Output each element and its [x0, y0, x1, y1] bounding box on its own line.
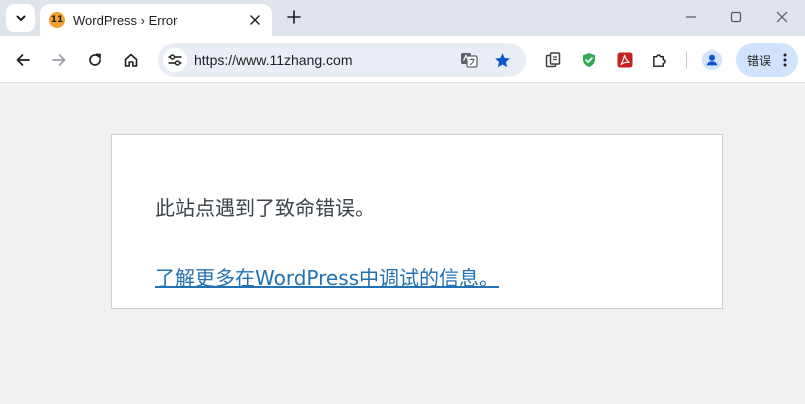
pdf-icon — [617, 52, 633, 68]
extension-copy-button[interactable] — [540, 47, 566, 73]
more-vert-icon — [782, 52, 788, 68]
extension-shield-button[interactable] — [576, 47, 602, 73]
tab-close-button[interactable] — [247, 12, 263, 28]
back-button[interactable] — [10, 47, 36, 73]
avatar-icon — [702, 50, 722, 70]
browser-error-menu-button[interactable]: 错误 — [736, 43, 798, 77]
site-favicon: 11 — [49, 12, 65, 28]
tab-title: WordPress › Error — [73, 12, 178, 28]
close-window-button[interactable] — [770, 6, 794, 28]
reload-icon — [89, 53, 101, 66]
tab-search-button[interactable] — [6, 4, 35, 32]
site-info-button[interactable] — [163, 48, 187, 72]
reload-button[interactable] — [82, 47, 108, 73]
copy-pages-icon — [545, 52, 561, 68]
arrow-left-icon — [16, 54, 30, 66]
plus-icon — [287, 10, 301, 24]
forward-button[interactable] — [46, 47, 72, 73]
active-tab[interactable]: 11 WordPress › Error — [40, 4, 272, 36]
chevron-down-icon — [16, 15, 25, 21]
bookmark-button[interactable] — [491, 49, 513, 71]
minimize-button[interactable] — [679, 6, 703, 28]
shield-check-icon — [583, 53, 595, 67]
profile-button[interactable] — [699, 47, 725, 73]
page-viewport: 此站点遇到了致命错误。 了解更多在WordPress中调试的信息。 — [0, 84, 805, 404]
wp-error-box: 此站点遇到了致命错误。 了解更多在WordPress中调试的信息。 — [111, 134, 723, 309]
address-bar[interactable]: https://www.11zhang.com — [158, 43, 526, 77]
arrow-right-icon — [52, 54, 66, 66]
puzzle-icon — [652, 53, 666, 67]
star-filled-icon — [494, 52, 510, 67]
extension-pdf-button[interactable] — [612, 47, 638, 73]
toolbar-divider — [686, 51, 687, 69]
url-text[interactable]: https://www.11zhang.com — [194, 52, 352, 68]
maximize-button[interactable] — [724, 6, 748, 28]
home-button[interactable] — [118, 47, 144, 73]
tune-icon — [168, 54, 182, 66]
minimize-icon — [686, 16, 696, 18]
translate-icon — [461, 53, 478, 68]
fatal-error-message: 此站点遇到了致命错误。 — [155, 196, 375, 220]
extensions-menu-button[interactable] — [646, 47, 672, 73]
tab-strip: 11 WordPress › Error — [0, 0, 805, 36]
home-icon — [124, 53, 138, 67]
browser-toolbar: https://www.11zhang.com 错误 — [0, 36, 805, 83]
close-icon — [776, 11, 788, 23]
new-tab-button[interactable] — [283, 6, 305, 28]
translate-button[interactable] — [458, 49, 480, 71]
maximize-icon — [730, 11, 742, 23]
error-chip-label: 错误 — [747, 53, 772, 68]
debugging-info-link[interactable]: 了解更多在WordPress中调试的信息。 — [155, 262, 499, 291]
close-icon — [250, 15, 260, 25]
